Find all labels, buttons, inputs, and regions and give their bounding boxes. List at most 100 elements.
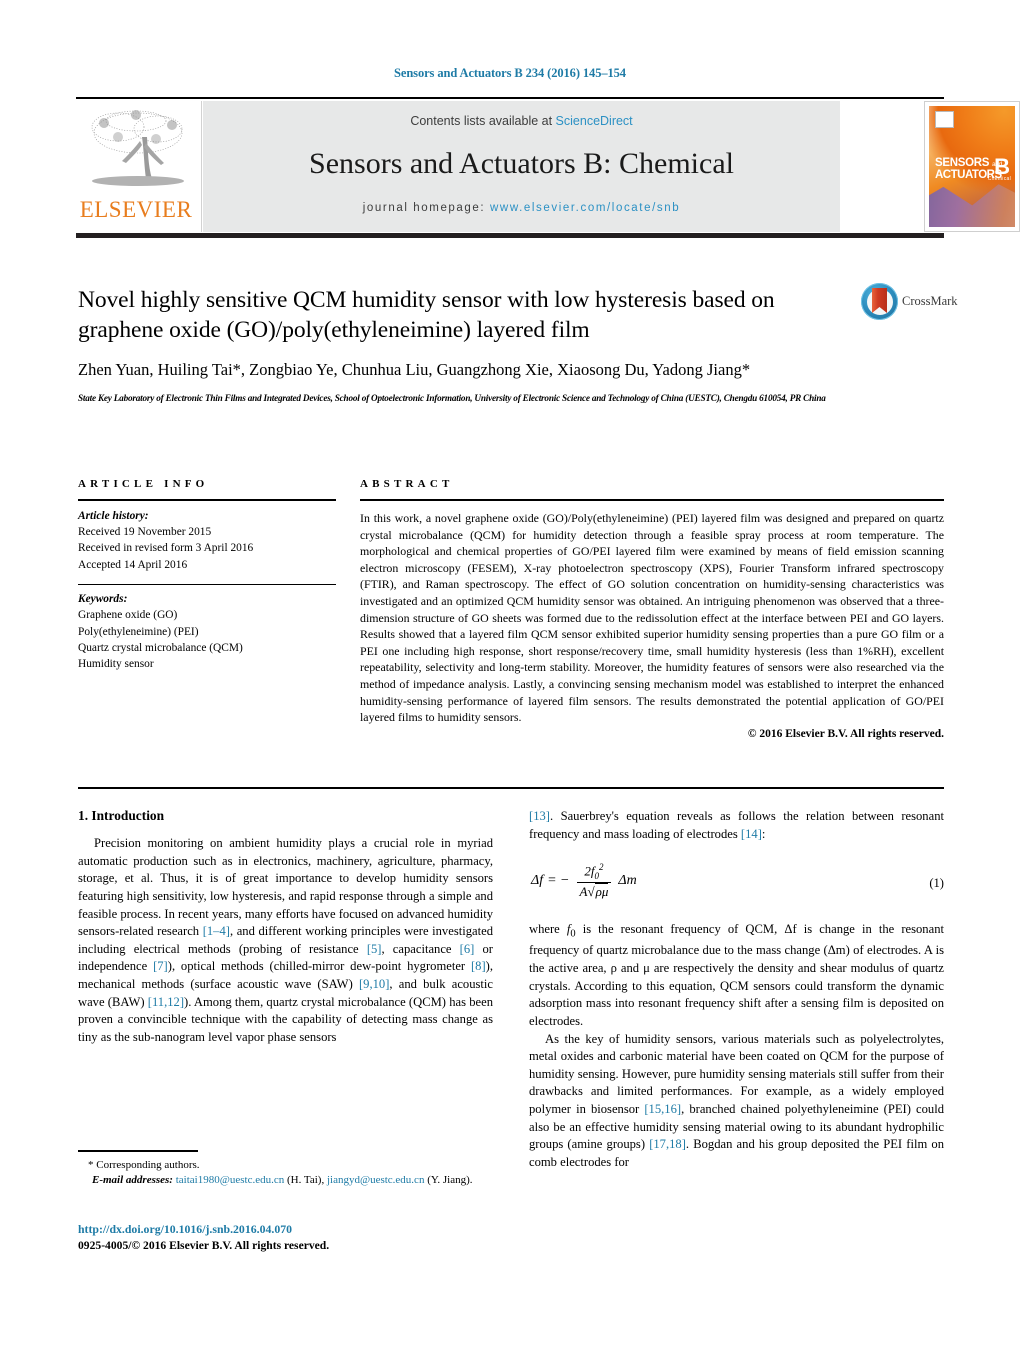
keyword-item: Quartz crystal microbalance (QCM)	[78, 641, 243, 654]
equation-fraction: 2f02 A√ρμ	[576, 862, 612, 900]
equation-operator: = −	[547, 873, 570, 889]
doi-link[interactable]: http://dx.doi.org/10.1016/j.snb.2016.04.…	[78, 1222, 518, 1237]
citation-11-12[interactable]: [11,12]	[148, 995, 184, 1009]
equation-lhs: Δf	[531, 873, 544, 889]
running-head: Sensors and Actuators B 234 (2016) 145–1…	[394, 66, 626, 80]
journal-cover-thumbnail: SENSORS and ACTUATORS B Chemical	[924, 101, 1020, 232]
sauerbrey-equation: Δf = − 2f02 A√ρμ Δm	[531, 862, 637, 900]
elsevier-logo: ELSEVIER	[76, 101, 202, 232]
citation-8[interactable]: [8]	[471, 959, 486, 973]
citation-17-18[interactable]: [17,18]	[649, 1137, 686, 1151]
article-history-item: Accepted 14 April 2016	[78, 558, 188, 571]
article-info-heading: ARTICLE INFO	[78, 478, 209, 490]
equation-rhs: Δm	[618, 873, 637, 889]
cover-crystal-shape	[929, 184, 1015, 227]
masthead-banner: Contents lists available at ScienceDirec…	[203, 101, 840, 232]
cover-artwork: SENSORS and ACTUATORS B Chemical	[929, 106, 1015, 227]
email-name-jiang: (Y. Jiang).	[424, 1174, 473, 1187]
intro-text-j: :	[761, 826, 766, 841]
cover-elsevier-mark-icon	[935, 111, 954, 128]
equation-denominator: A√ρμ	[576, 882, 612, 900]
crossmark-badge-group[interactable]: CrossMark	[861, 283, 958, 321]
keyword-item: Poly(ethyleneimine) (PEI)	[78, 625, 199, 638]
contents-prefix: Contents lists available at	[410, 114, 556, 128]
email-name-tai: (H. Tai),	[284, 1174, 327, 1187]
keyword-item: Humidity sensor	[78, 658, 154, 670]
email-label: E-mail addresses:	[92, 1174, 173, 1187]
email-link-tai[interactable]: taitai1980@uestc.edu.cn	[176, 1174, 285, 1186]
left-column: 1. Introduction Precision monitoring on …	[78, 808, 493, 1047]
intro-text-i: . Sauerbrey's equation reveals as follow…	[529, 809, 944, 841]
article-info-rule	[78, 499, 336, 501]
masthead-top-rule	[76, 97, 944, 99]
article-history-label: Article history:	[78, 510, 149, 522]
abstract-copyright: © 2016 Elsevier B.V. All rights reserved…	[747, 727, 944, 740]
cover-series-sub: Chemical	[987, 176, 1011, 182]
cover-line1: SENSORS	[935, 157, 990, 169]
equation-numerator-sub: 0	[594, 871, 600, 882]
equation-denominator-a: A	[579, 884, 588, 900]
citation-1-4[interactable]: [1–4]	[203, 924, 230, 938]
document-page: Sensors and Actuators B 234 (2016) 145–1…	[0, 0, 1020, 1351]
equation-numerator-base: 2f	[584, 863, 595, 879]
introduction-heading: 1. Introduction	[78, 808, 165, 823]
citation-9-10[interactable]: [9,10]	[359, 977, 389, 991]
citation-5[interactable]: [5]	[367, 942, 382, 956]
intro-paragraph-2: where f0 is the resonant frequency of QC…	[529, 921, 944, 1030]
article-info-column: ARTICLE INFO Article history: Received 1…	[78, 478, 336, 672]
elsevier-tree-icon	[91, 110, 184, 186]
doi-block: http://dx.doi.org/10.1016/j.snb.2016.04.…	[78, 1222, 518, 1252]
equation-number: (1)	[929, 876, 944, 891]
contents-available-line: Contents lists available at ScienceDirec…	[203, 114, 840, 128]
intro-paragraph-3: As the key of humidity sensors, various …	[529, 1031, 944, 1172]
intro-text-a: Precision monitoring on ambient humidity…	[78, 836, 493, 939]
corresponding-authors-note: * Corresponding authors.	[78, 1158, 498, 1174]
journal-title: Sensors and Actuators B: Chemical	[309, 147, 734, 180]
article-history-item: Received in revised form 3 April 2016	[78, 542, 254, 555]
journal-homepage-line: journal homepage: www.elsevier.com/locat…	[203, 202, 840, 214]
title-block: Novel highly sensitive QCM humidity sens…	[78, 285, 858, 406]
keywords-rule	[78, 583, 336, 586]
intro-paragraph-1: Precision monitoring on ambient humidity…	[78, 835, 493, 1047]
para2-prefix: where	[529, 922, 567, 937]
keywords-label: Keywords:	[78, 593, 128, 606]
para2-body: is the resonant frequency of QCM, Δf is …	[529, 922, 944, 1028]
affiliation: State Key Laboratory of Electronic Thin …	[78, 393, 826, 404]
journal-masthead: ELSEVIER Contents lists available at Sci…	[76, 97, 1020, 238]
abstract-column: ABSTRACT In this work, a novel graphene …	[360, 478, 944, 740]
equation-numerator-sup: 2	[599, 862, 604, 873]
footnote-rule	[78, 1150, 198, 1152]
masthead-bottom-rule	[76, 233, 944, 238]
citation-6[interactable]: [6]	[460, 942, 475, 956]
crossmark-label: CrossMark	[902, 294, 958, 308]
abstract-text: In this work, a novel graphene oxide (GO…	[360, 511, 944, 725]
page-title: Novel highly sensitive QCM humidity sens…	[78, 287, 775, 344]
author-list: Zhen Yuan, Huiling Tai*, Zongbiao Ye, Ch…	[78, 360, 751, 380]
homepage-prefix: journal homepage:	[362, 202, 491, 214]
issn-copyright-line: 0925-4005/© 2016 Elsevier B.V. All right…	[78, 1239, 330, 1252]
citation-15-16[interactable]: [15,16]	[644, 1102, 681, 1116]
right-column: [13]. Sauerbrey's equation reveals as fo…	[529, 808, 944, 1172]
intro-text-e: ), optical methods (chilled-mirror dew-p…	[167, 959, 471, 974]
elsevier-wordmark: ELSEVIER	[79, 197, 193, 222]
keywords-block: Keywords: Graphene oxide (GO) Poly(ethyl…	[78, 591, 336, 672]
intro-paragraph-1-cont: [13]. Sauerbrey's equation reveals as fo…	[529, 808, 944, 843]
equation-numerator: 2f02	[581, 862, 606, 882]
sciencedirect-link[interactable]: ScienceDirect	[556, 114, 633, 128]
keyword-item: Graphene oxide (GO)	[78, 609, 178, 622]
citation-13[interactable]: [13]	[529, 809, 550, 823]
crossmark-icon	[861, 283, 898, 320]
footnote-block: * Corresponding authors. E-mail addresse…	[78, 1150, 498, 1189]
abstract-bottom-rule	[78, 787, 944, 789]
equation-1-row: Δf = − 2f02 A√ρμ Δm (1)	[529, 860, 944, 906]
citation-14[interactable]: [14]	[741, 827, 762, 841]
corresponding-text: * Corresponding authors.	[88, 1158, 200, 1171]
article-history-block: Article history: Received 19 November 20…	[78, 508, 336, 573]
email-link-jiang[interactable]: jiangyd@uestc.edu.cn	[327, 1174, 425, 1186]
journal-homepage-link[interactable]: www.elsevier.com/locate/snb	[490, 202, 680, 214]
citation-7[interactable]: [7]	[153, 959, 168, 973]
article-history-item: Received 19 November 2015	[78, 526, 212, 539]
abstract-heading: ABSTRACT	[360, 478, 454, 490]
equation-denominator-b: ρμ	[594, 883, 609, 900]
email-addresses-note: E-mail addresses: taitai1980@uestc.edu.c…	[78, 1173, 498, 1189]
